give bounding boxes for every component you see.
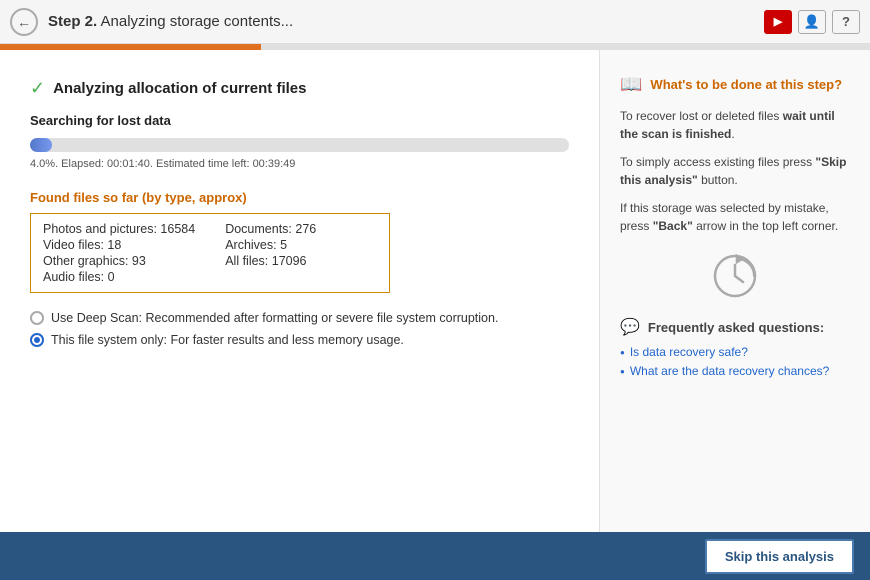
footer: Skip this analysis: [0, 532, 870, 580]
faq-heading: Frequently asked questions:: [648, 320, 824, 335]
found-files-label: Found files so far (by type, approx): [30, 190, 569, 205]
help-button[interactable]: ?: [832, 10, 860, 34]
faq-link-label-2[interactable]: What are the data recovery chances?: [630, 364, 829, 378]
scan-progress-fill: [30, 138, 52, 152]
main-content: ✓ Analyzing allocation of current files …: [0, 50, 870, 532]
faq-link-2[interactable]: ● What are the data recovery chances?: [620, 364, 850, 378]
file-type-photos: Photos and pictures: 16584: [43, 222, 195, 236]
clock-container: [620, 251, 850, 301]
file-type-graphics: Other graphics: 93: [43, 254, 195, 268]
faq-link-1[interactable]: ● Is data recovery safe?: [620, 345, 850, 359]
youtube-button[interactable]: ▶: [764, 10, 792, 34]
right-para-1: To recover lost or deleted files wait un…: [620, 107, 850, 143]
back-icon: ←: [17, 14, 31, 30]
section-heading: Analyzing allocation of current files: [53, 80, 306, 97]
check-icon: ✓: [30, 78, 45, 99]
left-panel: ✓ Analyzing allocation of current files …: [0, 50, 600, 532]
book-icon: 📖: [620, 74, 642, 95]
faq-icon: 💬: [620, 317, 640, 337]
right-section-title: 📖 What's to be done at this step?: [620, 74, 850, 95]
file-type-video: Video files: 18: [43, 238, 195, 252]
radio-label-fs-only: This file system only: For faster result…: [51, 333, 404, 347]
file-type-archives: Archives: 5: [225, 238, 377, 252]
radio-deep-scan[interactable]: Use Deep Scan: Recommended after formatt…: [30, 311, 569, 325]
step-title: Analyzing storage contents...: [101, 13, 294, 30]
file-type-audio: Audio files: 0: [43, 270, 195, 284]
step-progress-fill: [0, 44, 261, 50]
faq-title: 💬 Frequently asked questions:: [620, 317, 850, 337]
right-para-3: If this storage was selected by mistake,…: [620, 199, 850, 235]
user-button[interactable]: 👤: [798, 10, 826, 34]
step-label: Step 2.: [48, 13, 97, 30]
right-para-2: To simply access existing files press "S…: [620, 153, 850, 189]
radio-circle-deep-scan[interactable]: [30, 311, 44, 325]
faq-link-label-1[interactable]: Is data recovery safe?: [630, 345, 748, 359]
radio-circle-fs-only[interactable]: [30, 333, 44, 347]
section-title: ✓ Analyzing allocation of current files: [30, 78, 569, 99]
progress-text: 4.0%. Elapsed: 00:01:40. Estimated time …: [30, 158, 569, 170]
header-title: Step 2. Analyzing storage contents...: [48, 13, 764, 30]
file-type-documents: Documents: 276: [225, 222, 377, 236]
subsection-heading: Searching for lost data: [30, 113, 569, 128]
scan-progress-bar: [30, 138, 569, 152]
clock-icon: [710, 251, 760, 301]
found-files-box: Photos and pictures: 16584 Documents: 27…: [30, 213, 390, 293]
files-grid: Photos and pictures: 16584 Documents: 27…: [43, 222, 377, 284]
faq-bullet-2: ●: [620, 367, 625, 376]
step-progress-strip: [0, 44, 870, 50]
back-button[interactable]: ←: [10, 8, 38, 36]
right-heading: What's to be done at this step?: [650, 77, 842, 92]
faq-bullet-1: ●: [620, 348, 625, 357]
file-type-all: All files: 17096: [225, 254, 377, 268]
right-panel: 📖 What's to be done at this step? To rec…: [600, 50, 870, 532]
header-icons: ▶ 👤 ?: [764, 10, 860, 34]
faq-section: 💬 Frequently asked questions: ● Is data …: [620, 317, 850, 378]
header: ← Step 2. Analyzing storage contents... …: [0, 0, 870, 44]
skip-analysis-button[interactable]: Skip this analysis: [705, 539, 854, 574]
radio-label-deep-scan: Use Deep Scan: Recommended after formatt…: [51, 311, 498, 325]
radio-fs-only[interactable]: This file system only: For faster result…: [30, 333, 569, 347]
